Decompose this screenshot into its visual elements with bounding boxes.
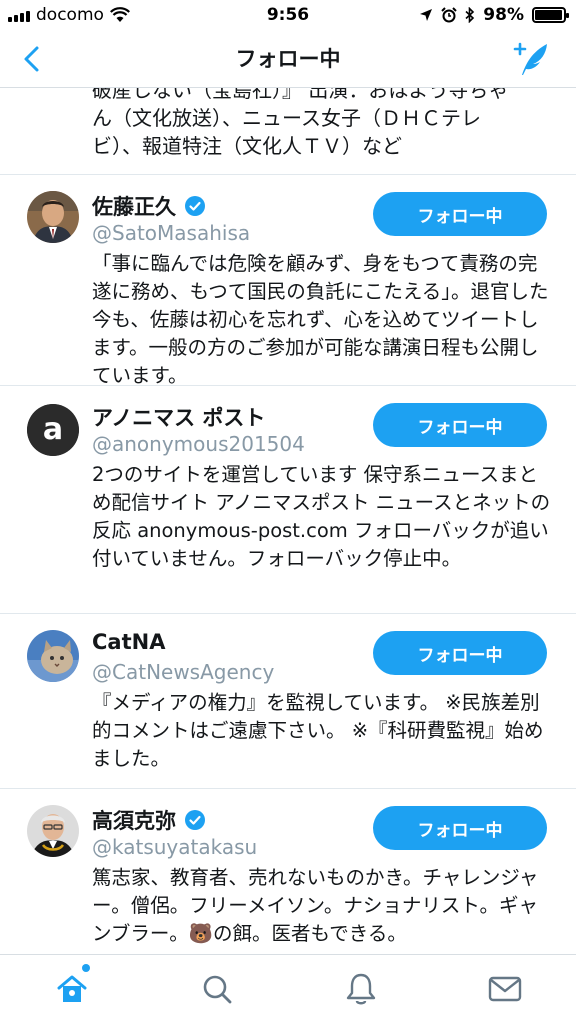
tab-messages[interactable] [483, 967, 527, 1011]
alarm-icon [441, 7, 458, 23]
mail-icon [488, 976, 522, 1002]
user-handle: @anonymous201504 [92, 432, 305, 456]
battery-fill [535, 10, 563, 20]
user-name[interactable]: CatNA [92, 630, 165, 654]
user-bio: 『メディアの権力』を監視しています。 ※民族差別的コメントはご遠慮下さい。 ※『… [92, 691, 544, 770]
screen: docomo 9:56 98% フォロー中 破産しない（宝島社）』 出演：おはよ… [0, 0, 576, 1024]
avatar[interactable]: a [27, 404, 79, 456]
user-cell-satomasahisa[interactable]: 佐藤正久 @SatoMasahisa フォロー中 「事に臨んでは危険を顧みず、身… [0, 175, 576, 387]
user-name[interactable]: 高須克弥 [92, 805, 176, 835]
bio-line: 破産しない（宝島社）』 出演：おはよう寺ちゃ [92, 88, 509, 102]
following-button[interactable]: フォロー中 [373, 192, 547, 236]
user-bio: 「事に臨んでは危険を顧みず、身をもつて責務の完遂に務め、もつて国民の負託にこたえ… [92, 252, 549, 387]
user-name[interactable]: アノニマス ポスト [92, 402, 265, 432]
name-row: 高須克弥 [92, 805, 206, 835]
user-cell-anonymous201504[interactable]: a アノニマス ポスト @anonymous201504 フォロー中 2つのサイ… [0, 386, 576, 614]
user-handle: @CatNewsAgency [92, 660, 275, 684]
user-cell-katsuyatakasu[interactable]: 高須克弥 @katsuyatakasu フォロー中 篤志家、教育者、売れないもの… [0, 789, 576, 954]
page-title: フォロー中 [235, 47, 341, 71]
search-icon [203, 975, 232, 1004]
verified-badge-icon [185, 196, 205, 216]
following-button[interactable]: フォロー中 [373, 403, 547, 447]
compose-tweet-icon[interactable] [512, 39, 552, 79]
user-cell-catnewsagency[interactable]: CatNA @CatNewsAgency フォロー中 『メディアの権力』を監視し… [0, 614, 576, 788]
following-button[interactable]: フォロー中 [373, 806, 547, 850]
following-button[interactable]: フォロー中 [373, 631, 547, 675]
notification-dot [82, 964, 90, 972]
avatar[interactable] [27, 630, 79, 682]
name-row: アノニマス ポスト [92, 402, 265, 432]
user-handle: @SatoMasahisa [92, 221, 251, 245]
bio-line: ビ）、報道特注（文化人ＴＶ）など [92, 134, 402, 158]
avatar[interactable] [27, 805, 79, 857]
svg-text:a: a [43, 412, 63, 447]
status-right: 98% [419, 5, 569, 25]
name-row: 佐藤正久 [92, 191, 206, 221]
battery-percent: 98% [483, 5, 524, 25]
status-bar: docomo 9:56 98% [0, 0, 576, 30]
tab-search[interactable] [195, 967, 239, 1011]
avatar[interactable] [27, 191, 79, 243]
verified-badge-icon [185, 810, 205, 830]
following-list[interactable]: 破産しない（宝島社）』 出演：おはよう寺ちゃ ん（文化放送）、ニュース女子（ＤＨ… [0, 88, 576, 954]
user-bio: 篤志家、教育者、売れないものかき。チャレンジャー。僧侶。フリーメイソン。ナショナ… [92, 866, 539, 945]
name-row: CatNA [92, 630, 165, 654]
bluetooth-icon [465, 7, 475, 23]
bio-line: ん（文化放送）、ニュース女子（ＤＨＣテレ [92, 106, 481, 130]
user-bio: 2つのサイトを運営しています 保守系ニュースまとめ配信サイト アノニマスポスト … [92, 463, 551, 570]
battery-icon [532, 7, 569, 23]
tab-home[interactable] [50, 964, 94, 1011]
user-name[interactable]: 佐藤正久 [92, 191, 176, 221]
bell-icon [346, 973, 376, 1005]
home-icon [57, 975, 87, 1002]
tab-bar [0, 954, 576, 1024]
previous-user-bio: 破産しない（宝島社）』 出演：おはよう寺ちゃ ん（文化放送）、ニュース女子（ＤＨ… [92, 88, 552, 160]
user-handle: @katsuyatakasu [92, 835, 258, 859]
location-arrow-icon [420, 9, 433, 21]
tab-notifications[interactable] [339, 967, 383, 1011]
navigation-bar: フォロー中 [0, 30, 576, 88]
